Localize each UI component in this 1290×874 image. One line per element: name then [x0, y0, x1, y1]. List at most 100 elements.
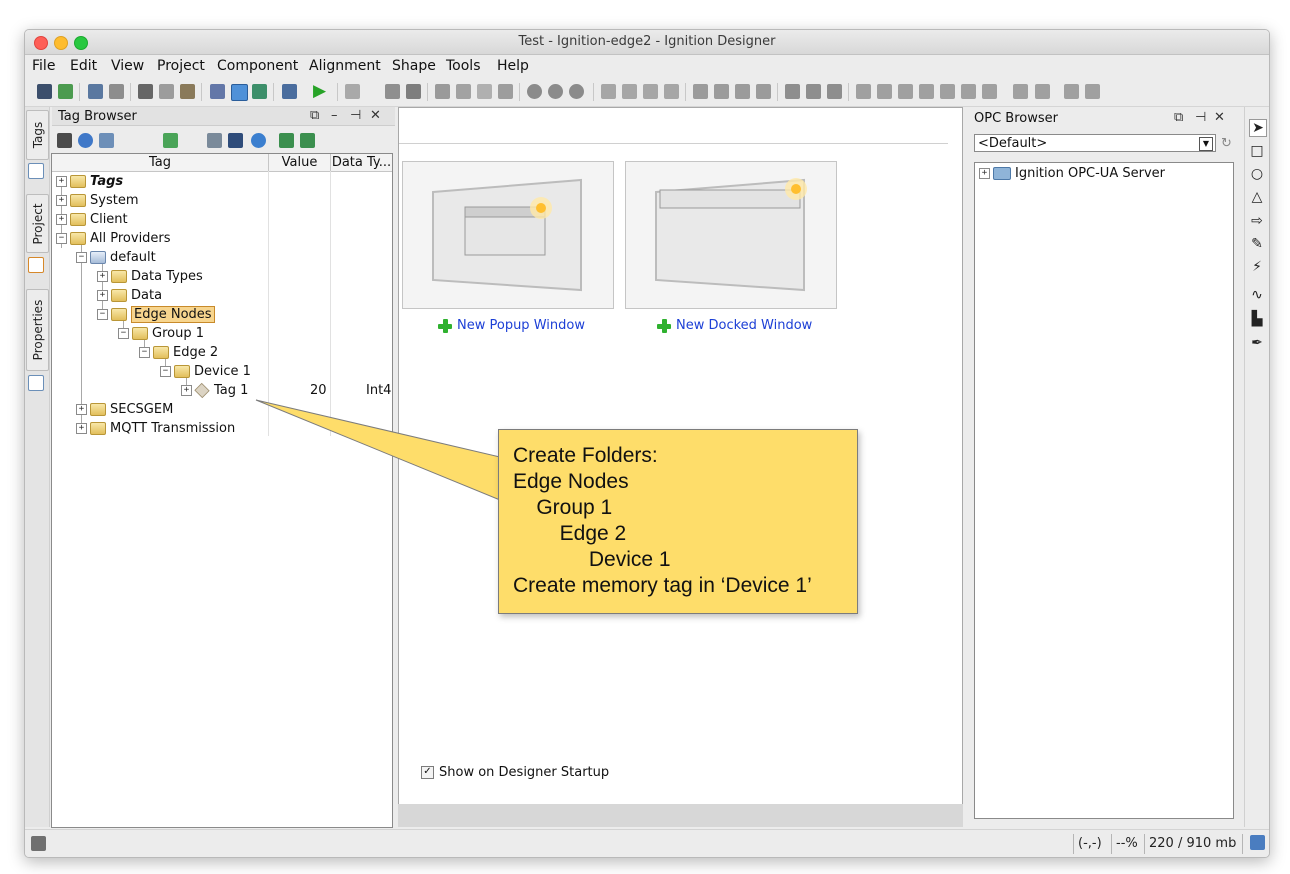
lock-icon[interactable]: [406, 84, 421, 99]
flip-2-icon[interactable]: [756, 84, 771, 99]
arrow-tool-icon[interactable]: ⇨: [1249, 213, 1265, 229]
copy-icon[interactable]: [159, 84, 174, 99]
tab-tags[interactable]: Tags: [26, 110, 49, 160]
align-middle-icon[interactable]: [961, 84, 976, 99]
tree-item-edge-nodes[interactable]: − Edge Nodes: [97, 305, 215, 324]
polygon-tool-icon[interactable]: △: [1249, 189, 1265, 205]
tree-item-default[interactable]: − default: [76, 248, 156, 267]
opc-server-tree[interactable]: + Ignition OPC-UA Server: [974, 162, 1234, 819]
menu-file[interactable]: File: [32, 58, 55, 74]
cube-icon[interactable]: [345, 84, 360, 99]
menu-alignment[interactable]: Alignment: [309, 58, 381, 74]
tree-item-edge-2[interactable]: − Edge 2: [139, 343, 218, 362]
menu-view[interactable]: View: [111, 58, 144, 74]
pencil-tool-icon[interactable]: ✎: [1249, 236, 1265, 252]
line-tool-icon[interactable]: ⚡: [1249, 259, 1265, 275]
launch-play-icon[interactable]: ▶: [313, 83, 328, 100]
tree-item-data-types[interactable]: + Data Types: [97, 267, 203, 286]
export-icon[interactable]: [300, 133, 315, 148]
provider-dropdown[interactable]: <Default> ▼: [974, 134, 1216, 152]
align-4-icon[interactable]: [664, 84, 679, 99]
float-icon[interactable]: ⧉: [1174, 110, 1183, 125]
add-tag-icon[interactable]: [163, 133, 178, 148]
cut-icon[interactable]: [138, 84, 153, 99]
tree-item-system[interactable]: + System: [56, 191, 138, 210]
gateway-status-icon[interactable]: [1250, 835, 1265, 850]
column-data-type[interactable]: Data Ty...: [331, 154, 392, 172]
align-top-icon[interactable]: [898, 84, 913, 99]
ellipse-tool-icon[interactable]: ○: [1249, 166, 1265, 182]
zoom-fit-icon[interactable]: [569, 84, 584, 99]
distribute-3-icon[interactable]: [1035, 84, 1050, 99]
minimize-panel-icon[interactable]: –: [331, 108, 338, 123]
tree-item-all-providers[interactable]: − All Providers: [56, 229, 171, 248]
tree-item-data[interactable]: + Data: [97, 286, 162, 305]
align-icon[interactable]: [601, 84, 616, 99]
import-icon[interactable]: [279, 133, 294, 148]
save-icon[interactable]: [37, 84, 52, 99]
window-icon[interactable]: [282, 84, 297, 99]
menu-edit[interactable]: Edit: [70, 58, 97, 74]
align-right-icon[interactable]: [877, 84, 892, 99]
paste-icon[interactable]: [180, 84, 195, 99]
column-value[interactable]: Value: [269, 154, 331, 172]
tab-properties[interactable]: Properties: [26, 289, 49, 371]
timer-icon[interactable]: [251, 133, 266, 148]
zoom-out-icon[interactable]: [548, 84, 563, 99]
binoculars-icon[interactable]: [57, 133, 72, 148]
intersect-icon[interactable]: [827, 84, 842, 99]
layer-icon[interactable]: [456, 84, 471, 99]
edit-tag-icon[interactable]: [207, 133, 222, 148]
path-tool-icon[interactable]: ∿: [1249, 287, 1265, 303]
difference-icon[interactable]: [806, 84, 821, 99]
preview-mode-icon[interactable]: [231, 84, 248, 101]
new-popup-window-card[interactable]: [402, 161, 614, 309]
close-panel-icon[interactable]: ✕: [370, 108, 381, 123]
update-project-icon[interactable]: [58, 84, 73, 99]
checkbox-checked-icon[interactable]: ✓: [421, 766, 434, 779]
align-3-icon[interactable]: [643, 84, 658, 99]
align-bottom-icon[interactable]: [919, 84, 934, 99]
tree-item-mqtt-transmission[interactable]: + MQTT Transmission: [76, 419, 235, 438]
gradient-tool-icon[interactable]: ▙: [1249, 311, 1265, 327]
show-on-startup-checkbox[interactable]: ✓ Show on Designer Startup: [421, 765, 609, 780]
rotate-2-icon[interactable]: [714, 84, 729, 99]
menu-component[interactable]: Component: [217, 58, 298, 74]
align-center-icon[interactable]: [940, 84, 955, 99]
tree-item-device-1[interactable]: − Device 1: [160, 362, 251, 381]
distribute-2-icon[interactable]: [1013, 84, 1028, 99]
align-2-icon[interactable]: [622, 84, 637, 99]
menu-help[interactable]: Help: [497, 58, 529, 74]
grid-layout-icon[interactable]: [31, 836, 46, 851]
new-docked-window-card[interactable]: [625, 161, 837, 309]
menu-shape[interactable]: Shape: [392, 58, 436, 74]
menu-tools[interactable]: Tools: [446, 58, 481, 74]
tree-item-tags[interactable]: + Tags: [56, 172, 123, 191]
align-left-icon[interactable]: [856, 84, 871, 99]
tree-item-group-1[interactable]: − Group 1: [118, 324, 204, 343]
column-tag[interactable]: Tag: [52, 154, 269, 172]
flip-icon[interactable]: [735, 84, 750, 99]
read-only-mode-icon[interactable]: [210, 84, 225, 99]
close-panel-icon[interactable]: ✕: [1214, 110, 1225, 125]
read-write-mode-icon[interactable]: [252, 84, 267, 99]
new-popup-window-link[interactable]: New Popup Window: [438, 318, 585, 333]
refresh-icon[interactable]: [78, 133, 93, 148]
group-icon[interactable]: [385, 84, 400, 99]
tab-project[interactable]: Project: [26, 194, 49, 253]
zoom-in-icon[interactable]: [527, 84, 542, 99]
distribute-icon[interactable]: [982, 84, 997, 99]
tree-item-ignition-opc-ua-server[interactable]: + Ignition OPC-UA Server: [979, 164, 1165, 183]
pin-icon[interactable]: ⊣: [350, 108, 361, 123]
new-docked-window-link[interactable]: New Docked Window: [657, 318, 812, 333]
chevron-down-icon[interactable]: ▼: [1199, 137, 1213, 151]
rotate-icon[interactable]: [693, 84, 708, 99]
height-icon[interactable]: [1085, 84, 1100, 99]
tree-item-tag-1[interactable]: + Tag 1: [181, 381, 248, 400]
width-icon[interactable]: [1064, 84, 1079, 99]
redo-icon[interactable]: [109, 84, 124, 99]
union-icon[interactable]: [785, 84, 800, 99]
tag-tree-table[interactable]: Tag Value Data Ty... + Tags + System + Clie…: [51, 153, 393, 828]
layout-icon[interactable]: [435, 84, 450, 99]
tree-item-client[interactable]: + Client: [56, 210, 128, 229]
